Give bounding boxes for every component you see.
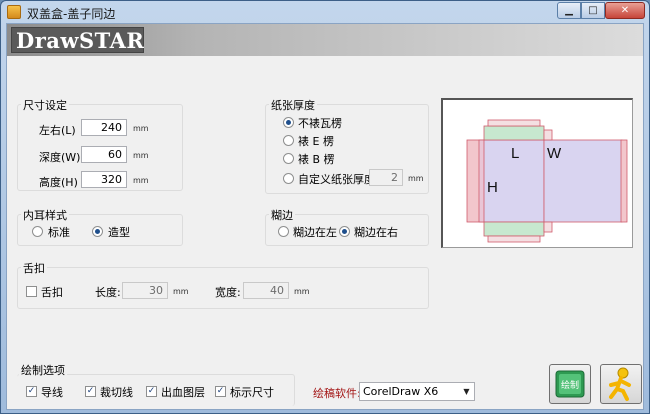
box-dieline-diagram: L W H [466, 119, 628, 243]
window-title: 双盖盒-盖子同边 [27, 7, 116, 21]
guide-lines-label: 导线 [41, 386, 63, 399]
custom-thickness-input[interactable]: 2 [369, 169, 403, 186]
length-input[interactable]: 240 [81, 119, 127, 136]
client-area: DrawSTAR 尺寸设定 左右(L) 240 mm 深度(W) 60 mm 高… [6, 23, 644, 410]
tongue-checkbox[interactable] [26, 286, 37, 297]
ear-shaped-label: 造型 [108, 226, 130, 239]
glue-left-label: 糊边在左 [293, 226, 337, 239]
height-label: 高度(H) [39, 176, 78, 189]
inner-ear-title: 内耳样式 [21, 207, 69, 223]
glue-side-title: 糊边 [269, 207, 295, 223]
tongue-width-unit: mm [294, 287, 310, 296]
top-lid-panel [483, 125, 545, 141]
tongue-length-unit: mm [173, 287, 189, 296]
glue-right-label: 糊边在右 [354, 226, 398, 239]
tongue-length-input[interactable]: 30 [122, 282, 168, 299]
b-flute-label: 裱 B 楞 [298, 153, 335, 166]
radio-b-flute[interactable] [283, 153, 294, 164]
height-input[interactable]: 320 [81, 171, 127, 188]
title-bar[interactable]: 双盖盒-盖子同边 ▁ □ ✕ [1, 1, 649, 23]
software-label: 绘稿软件: [313, 387, 361, 400]
right-edge-panel [620, 139, 628, 223]
close-button[interactable]: ✕ [605, 2, 645, 19]
software-select[interactable]: CorelDraw X6 ▼ [359, 382, 475, 401]
minimize-button[interactable]: ▁ [557, 2, 581, 19]
label-h: H [487, 179, 498, 196]
label-w: W [547, 145, 562, 162]
radio-ear-standard[interactable] [32, 226, 43, 237]
height-unit: mm [133, 176, 149, 185]
draw-icon: 绘制 [555, 370, 585, 398]
radio-no-corrugate[interactable] [283, 117, 294, 128]
paper-thickness-title: 纸张厚度 [269, 97, 317, 113]
app-icon [7, 5, 21, 19]
radio-glue-right[interactable] [339, 226, 350, 237]
box-preview: L W H [441, 98, 633, 248]
chevron-down-icon: ▼ [463, 387, 470, 396]
run-button[interactable] [600, 364, 642, 404]
bleed-layer-label: 出血图层 [161, 386, 205, 399]
dimensions-label: 标示尺寸 [230, 386, 274, 399]
radio-ear-shaped[interactable] [92, 226, 103, 237]
app-window: 双盖盒-盖子同边 ▁ □ ✕ DrawSTAR 尺寸设定 左右(L) 240 m… [0, 0, 650, 414]
tongue-length-label: 长度: [95, 286, 121, 299]
draw-button-label: 绘制 [561, 379, 579, 391]
top-tuck-flap [487, 119, 541, 127]
running-man-icon [609, 367, 631, 401]
drawstar-logo: DrawSTAR [11, 27, 144, 53]
tongue-width-input[interactable]: 40 [243, 282, 289, 299]
draw-options-title: 绘制选项 [19, 362, 67, 378]
tongue-title: 舌扣 [21, 260, 47, 276]
software-select-value: CorelDraw X6 [363, 385, 439, 398]
radio-glue-left[interactable] [278, 226, 289, 237]
depth-unit: mm [133, 151, 149, 160]
bleed-layer-checkbox[interactable]: ✓ [146, 386, 157, 397]
size-group-title: 尺寸设定 [21, 97, 69, 113]
depth-label: 深度(W) [39, 151, 81, 164]
bottom-dust-flap [543, 221, 553, 233]
radio-custom-thickness[interactable] [283, 173, 294, 184]
tongue-width-label: 宽度: [215, 286, 241, 299]
label-l: L [511, 145, 519, 162]
ear-standard-label: 标准 [48, 226, 70, 239]
bottom-lid-panel [483, 221, 545, 237]
bottom-tuck-flap [487, 235, 541, 243]
e-flute-label: 裱 E 楞 [298, 135, 334, 148]
no-corrugate-label: 不裱瓦楞 [298, 117, 342, 130]
custom-thickness-label: 自定义纸张厚度 [298, 173, 375, 186]
guide-lines-checkbox[interactable]: ✓ [26, 386, 37, 397]
cut-lines-checkbox[interactable]: ✓ [85, 386, 96, 397]
maximize-button[interactable]: □ [581, 2, 605, 19]
cut-lines-label: 裁切线 [100, 386, 133, 399]
depth-input[interactable]: 60 [81, 146, 127, 163]
radio-e-flute[interactable] [283, 135, 294, 146]
banner: DrawSTAR [7, 24, 643, 56]
draw-button[interactable]: 绘制 [549, 364, 591, 404]
custom-thickness-unit: mm [408, 174, 424, 183]
top-dust-flap [543, 129, 553, 141]
length-label: 左右(L) [39, 124, 76, 137]
tongue-checkbox-label: 舌扣 [41, 286, 63, 299]
dimensions-checkbox[interactable]: ✓ [215, 386, 226, 397]
length-unit: mm [133, 124, 149, 133]
